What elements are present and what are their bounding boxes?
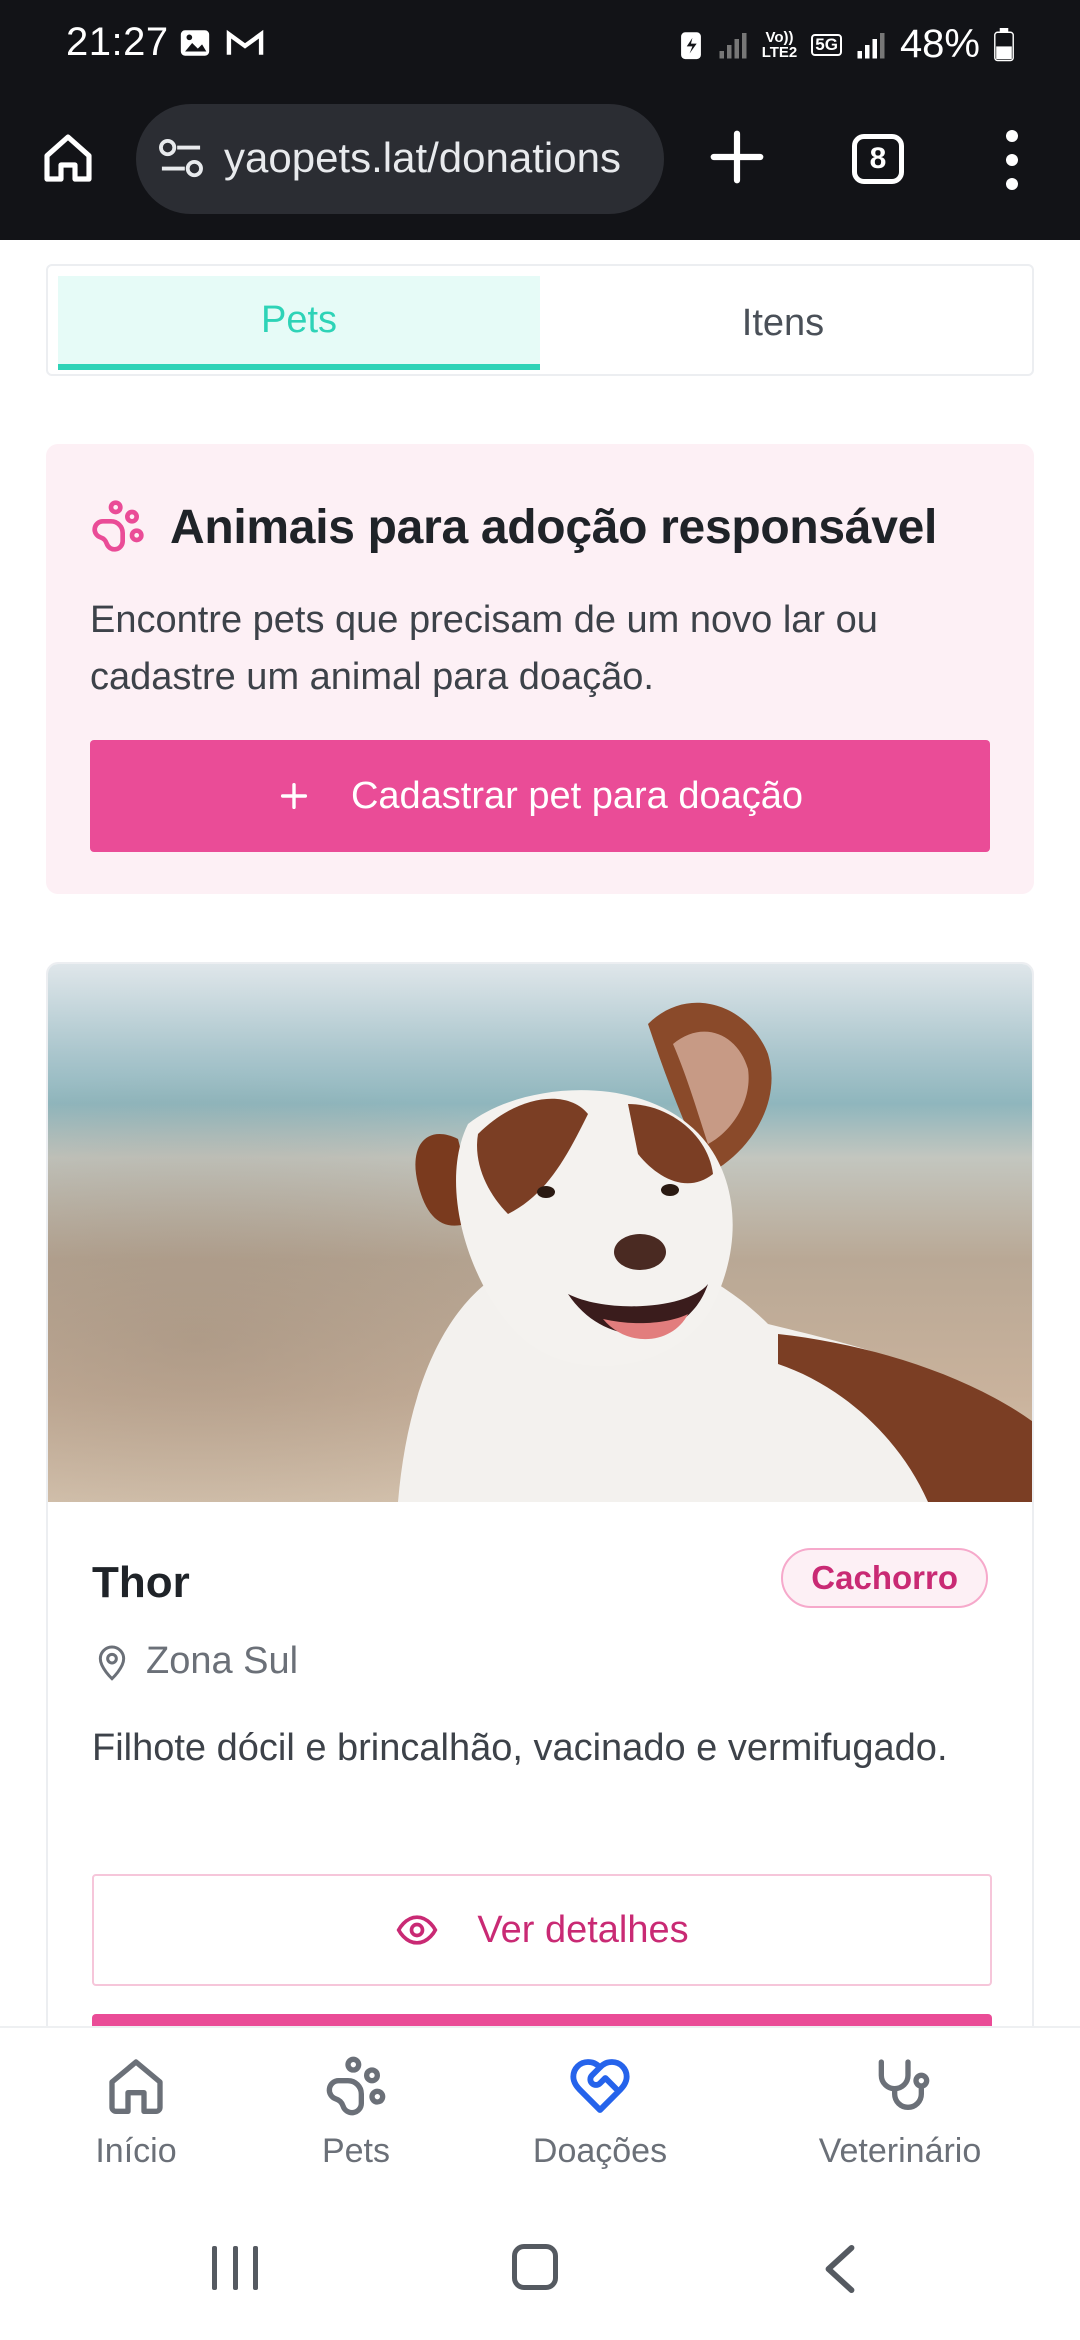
nav-pets-label: Pets	[321, 2132, 391, 2170]
browser-toolbar: yaopets.lat/donations 8	[0, 92, 1080, 240]
view-details-label: Ver detalhes	[477, 1908, 689, 1951]
eye-icon	[396, 1915, 438, 1945]
page-content: Pets Itens Animais para adoção responsáv…	[0, 240, 1080, 2026]
tab-items[interactable]: Itens	[542, 276, 1024, 370]
notification-icons	[178, 26, 264, 60]
pet-location: Zona Sul	[92, 1640, 298, 1683]
map-pin-icon	[98, 1645, 126, 1681]
browser-menu-button[interactable]	[996, 130, 1028, 190]
home-icon	[109, 2059, 163, 2114]
battery-saver-icon	[680, 31, 701, 59]
tab-pets[interactable]: Pets	[58, 276, 540, 370]
register-pet-label: Cadastrar pet para doação	[350, 774, 804, 817]
pet-description: Filhote dócil e brincalhão, vacinado e v…	[92, 1727, 948, 1769]
page-title: Animais para adoção responsável	[170, 501, 938, 554]
battery-icon	[994, 27, 1014, 61]
network-type: Vo)) LTE2	[761, 28, 798, 61]
nav-donations[interactable]: Doações	[520, 2054, 680, 2171]
species-badge: Cachorro	[781, 1548, 988, 1608]
address-bar[interactable]: yaopets.lat/donations	[136, 104, 664, 214]
banner-description: Encontre pets que precisam de um novo la…	[90, 599, 878, 698]
system-home-button[interactable]	[512, 2244, 558, 2290]
5g-icon: 5G	[811, 33, 842, 56]
battery-percent: 48%	[899, 22, 980, 66]
signal-sim1-icon	[719, 32, 747, 58]
image-notification-icon	[180, 30, 210, 56]
stethoscope-icon	[878, 2059, 930, 2110]
nav-home[interactable]: Início	[76, 2054, 196, 2171]
pet-card: Thor Cachorro Zona Sul Filhote dócil e b…	[46, 962, 1034, 2026]
tab-switcher-button[interactable]: 8	[852, 134, 904, 184]
paw-icon	[326, 2056, 386, 2116]
system-nav-bar	[0, 2210, 1080, 2340]
register-pet-button[interactable]: Cadastrar pet para doação	[90, 740, 990, 852]
bottom-nav: Início Pets Doações Veterinário	[0, 2026, 1080, 2210]
signal-sim2-icon	[857, 32, 885, 58]
plus-icon	[280, 782, 307, 810]
paw-icon	[92, 500, 144, 552]
status-time: 21:27	[66, 20, 169, 64]
home-icon	[44, 134, 92, 182]
pet-name: Thor	[92, 1558, 190, 1607]
nav-vet[interactable]: Veterinário	[800, 2054, 1000, 2171]
nav-donations-label: Doações	[532, 2132, 668, 2170]
browser-home-button[interactable]	[36, 126, 100, 190]
status-bar: 21:27 Vo)) LTE2 5G 48%	[0, 0, 1080, 92]
donation-tabs: Pets Itens	[46, 264, 1034, 376]
status-right: Vo)) LTE2 5G 48%	[678, 22, 1014, 67]
adopt-button[interactable]	[92, 2014, 992, 2026]
back-button[interactable]	[820, 2244, 860, 2294]
gmail-notification-icon	[226, 29, 264, 55]
nav-vet-label: Veterinário	[818, 2132, 982, 2170]
pet-location-label: Zona Sul	[146, 1640, 299, 1682]
nav-home-label: Início	[95, 2132, 177, 2170]
new-tab-button[interactable]	[706, 126, 768, 188]
browser-chrome: 21:27 Vo)) LTE2 5G 48% yaopets.lat/donat…	[0, 0, 1080, 240]
view-details-button[interactable]: Ver detalhes	[92, 1874, 992, 1986]
heart-handshake-icon	[570, 2059, 630, 2113]
pet-photo	[48, 964, 1032, 1502]
url-text[interactable]: yaopets.lat/donations	[224, 134, 664, 182]
recent-apps-button[interactable]	[212, 2246, 258, 2290]
site-settings-icon[interactable]	[158, 138, 204, 180]
nav-pets[interactable]: Pets	[296, 2054, 416, 2171]
adoption-banner: Animais para adoção responsável Encontre…	[46, 444, 1034, 894]
